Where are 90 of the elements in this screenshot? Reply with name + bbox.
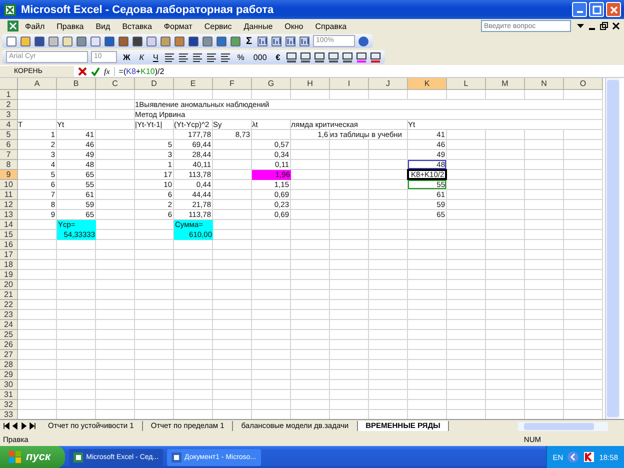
column-header[interactable]: N [525, 78, 564, 90]
column-header[interactable]: M [486, 78, 525, 90]
menu-item[interactable]: Вставка [117, 22, 158, 30]
column-header[interactable]: O [564, 78, 603, 90]
column-header[interactable]: K [408, 78, 447, 90]
text-style-button[interactable]: Ч [150, 52, 162, 62]
app-icon [170, 452, 182, 462]
column-header[interactable]: H [291, 78, 330, 90]
menu-item[interactable]: Формат [158, 22, 198, 30]
row-header[interactable]: 21 [0, 290, 18, 300]
column-header[interactable]: E [174, 78, 213, 90]
row-header[interactable]: 29 [0, 370, 18, 380]
restore-icon[interactable] [600, 22, 608, 30]
thousands-button[interactable]: 000 [250, 52, 270, 62]
chart-icon[interactable] [285, 36, 296, 46]
row-header[interactable]: 31 [0, 390, 18, 400]
column-header[interactable]: B [57, 78, 96, 90]
row-header[interactable]: 5 [0, 130, 18, 140]
close-button[interactable] [606, 2, 621, 17]
insert-function-button[interactable]: fx [104, 66, 110, 76]
menu-item[interactable]: Данные [238, 22, 279, 30]
row-header[interactable]: 28 [0, 360, 18, 370]
windows-logo-icon [8, 450, 22, 464]
row-header[interactable]: 18 [0, 260, 18, 270]
row-header[interactable]: 20 [0, 280, 18, 290]
row-header[interactable]: 19 [0, 270, 18, 280]
row-header[interactable]: 9 [0, 170, 18, 180]
maximize-icon [592, 4, 602, 14]
maximize-button[interactable] [589, 2, 604, 17]
text-style-button[interactable]: Ж [120, 52, 134, 62]
window-title: Microsoft Excel - Седова лабораторная работа [21, 4, 274, 16]
chevron-icon[interactable] [567, 451, 580, 463]
column-header[interactable]: L [447, 78, 486, 90]
menu-item[interactable]: Справка [310, 22, 353, 30]
row-header[interactable]: 30 [0, 380, 18, 390]
fill-color-icon[interactable] [356, 52, 368, 62]
row-header[interactable]: 7 [0, 150, 18, 160]
row-header[interactable]: 13 [0, 210, 18, 220]
horizontal-scrollbar[interactable] [518, 422, 608, 430]
column-header[interactable]: D [135, 78, 174, 90]
row-header[interactable]: 14 [0, 220, 18, 230]
text-style-button[interactable]: К [136, 52, 147, 62]
row-header[interactable]: 16 [0, 240, 18, 250]
column-header[interactable]: I [330, 78, 369, 90]
minimize-icon [576, 11, 582, 13]
row-header[interactable]: 32 [0, 400, 18, 410]
row-header[interactable]: 10 [0, 180, 18, 190]
menu-item[interactable]: Окно [280, 22, 310, 30]
row-header[interactable]: 24 [0, 320, 18, 330]
checkmark-icon[interactable] [91, 66, 100, 76]
autosum-button[interactable]: Σ [244, 36, 254, 46]
row-header[interactable]: 8 [0, 160, 18, 170]
cancel-icon[interactable] [78, 66, 87, 76]
spreadsheet-icon[interactable] [7, 20, 19, 32]
row-header[interactable]: 2 [0, 100, 18, 110]
font-color-icon[interactable] [370, 52, 382, 62]
row-header[interactable]: 22 [0, 300, 18, 310]
row-header[interactable]: 6 [0, 140, 18, 150]
menu-item[interactable]: Вид [90, 22, 116, 30]
column-header[interactable]: F [213, 78, 252, 90]
column-header[interactable]: A [18, 78, 57, 90]
row-header[interactable]: 1 [0, 90, 18, 100]
row-header[interactable]: 27 [0, 350, 18, 360]
close-icon [608, 4, 618, 14]
app-icon [72, 452, 84, 462]
column-header[interactable]: J [369, 78, 408, 90]
menu-item[interactable]: Файл [20, 22, 51, 30]
column-header[interactable]: G [252, 78, 291, 90]
row-header[interactable]: 26 [0, 340, 18, 350]
vertical-scrollbar[interactable] [605, 78, 620, 419]
menu-item[interactable]: Сервис [199, 22, 238, 30]
formula-field[interactable]: =(K8+K10)/2 [114, 66, 164, 76]
row-header[interactable]: 23 [0, 310, 18, 320]
row-header[interactable]: 33 [0, 410, 18, 420]
row-header[interactable]: 17 [0, 250, 18, 260]
row-header[interactable]: 12 [0, 200, 18, 210]
row-header[interactable]: 3 [0, 110, 18, 120]
percent-button[interactable]: % [234, 52, 248, 62]
row-header[interactable]: 4 [0, 120, 18, 130]
euro-button[interactable]: € [272, 52, 284, 62]
row-header[interactable]: 11 [0, 190, 18, 200]
align-left-icon[interactable] [164, 52, 176, 62]
spreadsheet-icon [3, 2, 17, 16]
close-icon[interactable] [612, 22, 620, 30]
column-header[interactable]: C [96, 78, 135, 90]
row-header[interactable]: 25 [0, 330, 18, 340]
menu-item[interactable]: Правка [52, 22, 90, 30]
row-header[interactable]: 15 [0, 230, 18, 240]
minimize-button[interactable] [572, 2, 587, 17]
dropdown-arrow-icon[interactable] [577, 24, 584, 28]
